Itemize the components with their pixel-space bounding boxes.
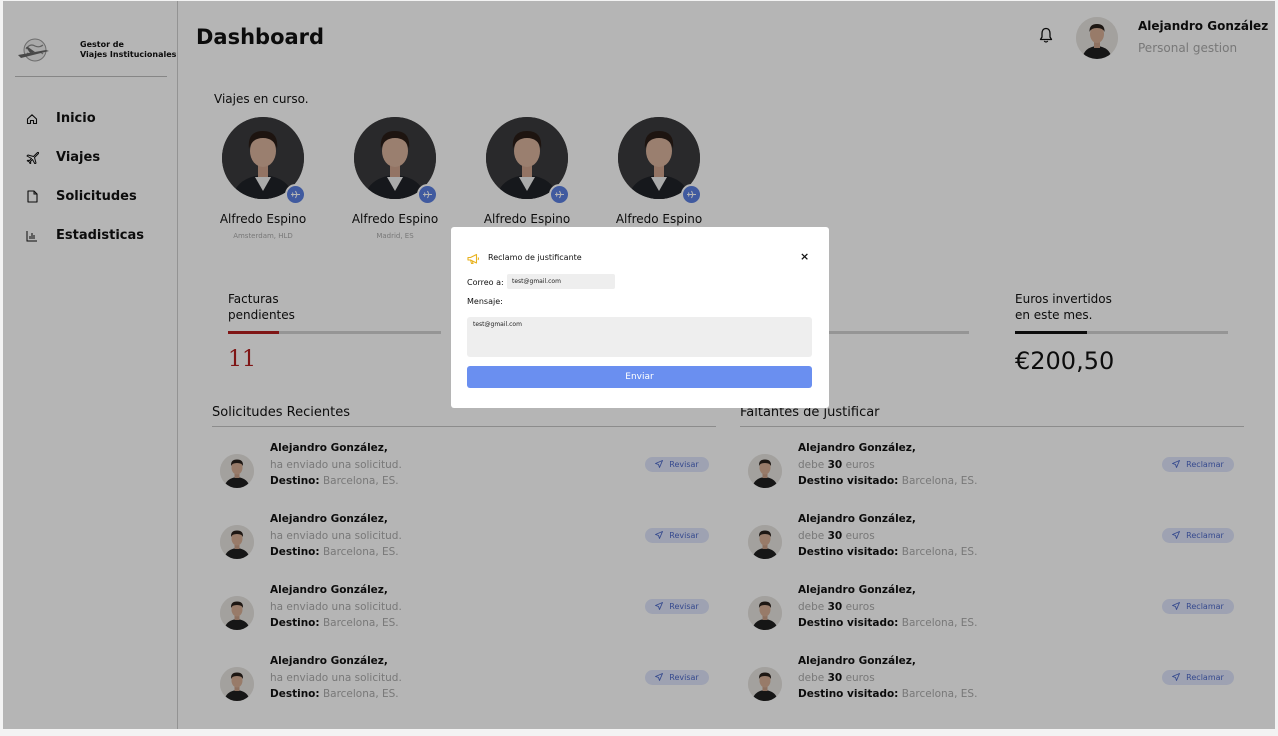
message-field[interactable]: test@gmail.com (467, 317, 812, 357)
megaphone-icon (467, 250, 480, 269)
app-window: Gestor de Viajes Institucionales Inicio … (3, 1, 1275, 729)
email-label: Correo a: (467, 278, 504, 287)
email-field[interactable] (507, 274, 615, 289)
reclamo-modal: Reclamo de justificante × Correo a: Mens… (451, 227, 829, 408)
modal-title: Reclamo de justificante (488, 253, 582, 262)
message-label: Mensaje: (467, 297, 503, 306)
send-button[interactable]: Enviar (467, 366, 812, 388)
close-icon[interactable]: × (800, 250, 809, 263)
